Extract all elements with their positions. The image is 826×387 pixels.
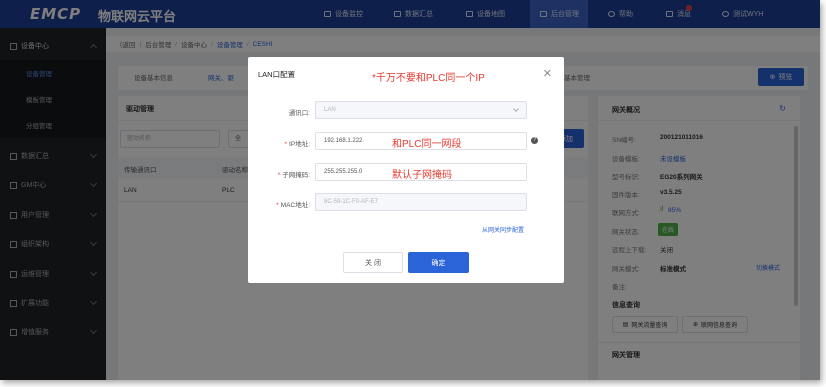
app-window: EMCP 物联网云平台 设备监控 数据汇总 设备地图 后台管理 帮助 消息 测试… bbox=[0, 0, 820, 380]
mac-label: * MAC地址: bbox=[276, 202, 310, 209]
port-label: 通讯口: bbox=[288, 110, 310, 117]
chevron-down-icon bbox=[513, 106, 519, 112]
port-value: LAN bbox=[324, 107, 336, 113]
mac-input[interactable]: 8C-59-1C-F0-AF-E7 bbox=[315, 193, 527, 211]
mask-label: * 子网掩码: bbox=[277, 172, 310, 179]
dialog-title: LAN口配置 bbox=[258, 70, 296, 79]
help-icon[interactable]: ? bbox=[531, 137, 538, 144]
mac-value: 8C-59-1C-F0-AF-E7 bbox=[324, 199, 379, 205]
sync-from-gateway-link[interactable]: 从网关同步配置 bbox=[482, 225, 524, 234]
mask-value: 255.255.255.0 bbox=[324, 169, 363, 175]
warning-note: *千万不要和PLC同一个IP bbox=[372, 73, 485, 84]
confirm-button[interactable]: 确定 bbox=[408, 252, 469, 273]
port-select[interactable]: LAN bbox=[315, 101, 527, 119]
lan-config-dialog: LAN口配置 *千万不要和PLC同一个IP ✕ 通讯口: LAN * IP地址: … bbox=[248, 57, 564, 283]
ip-value: 192.168.1.222 bbox=[324, 138, 363, 144]
close-icon[interactable]: ✕ bbox=[543, 67, 552, 80]
mask-note: 默认子网掩码 bbox=[392, 170, 452, 181]
ip-label: * IP地址: bbox=[284, 141, 310, 148]
ip-note: 和PLC同一网段 bbox=[392, 139, 462, 150]
close-button[interactable]: 关 闭 bbox=[343, 252, 403, 273]
